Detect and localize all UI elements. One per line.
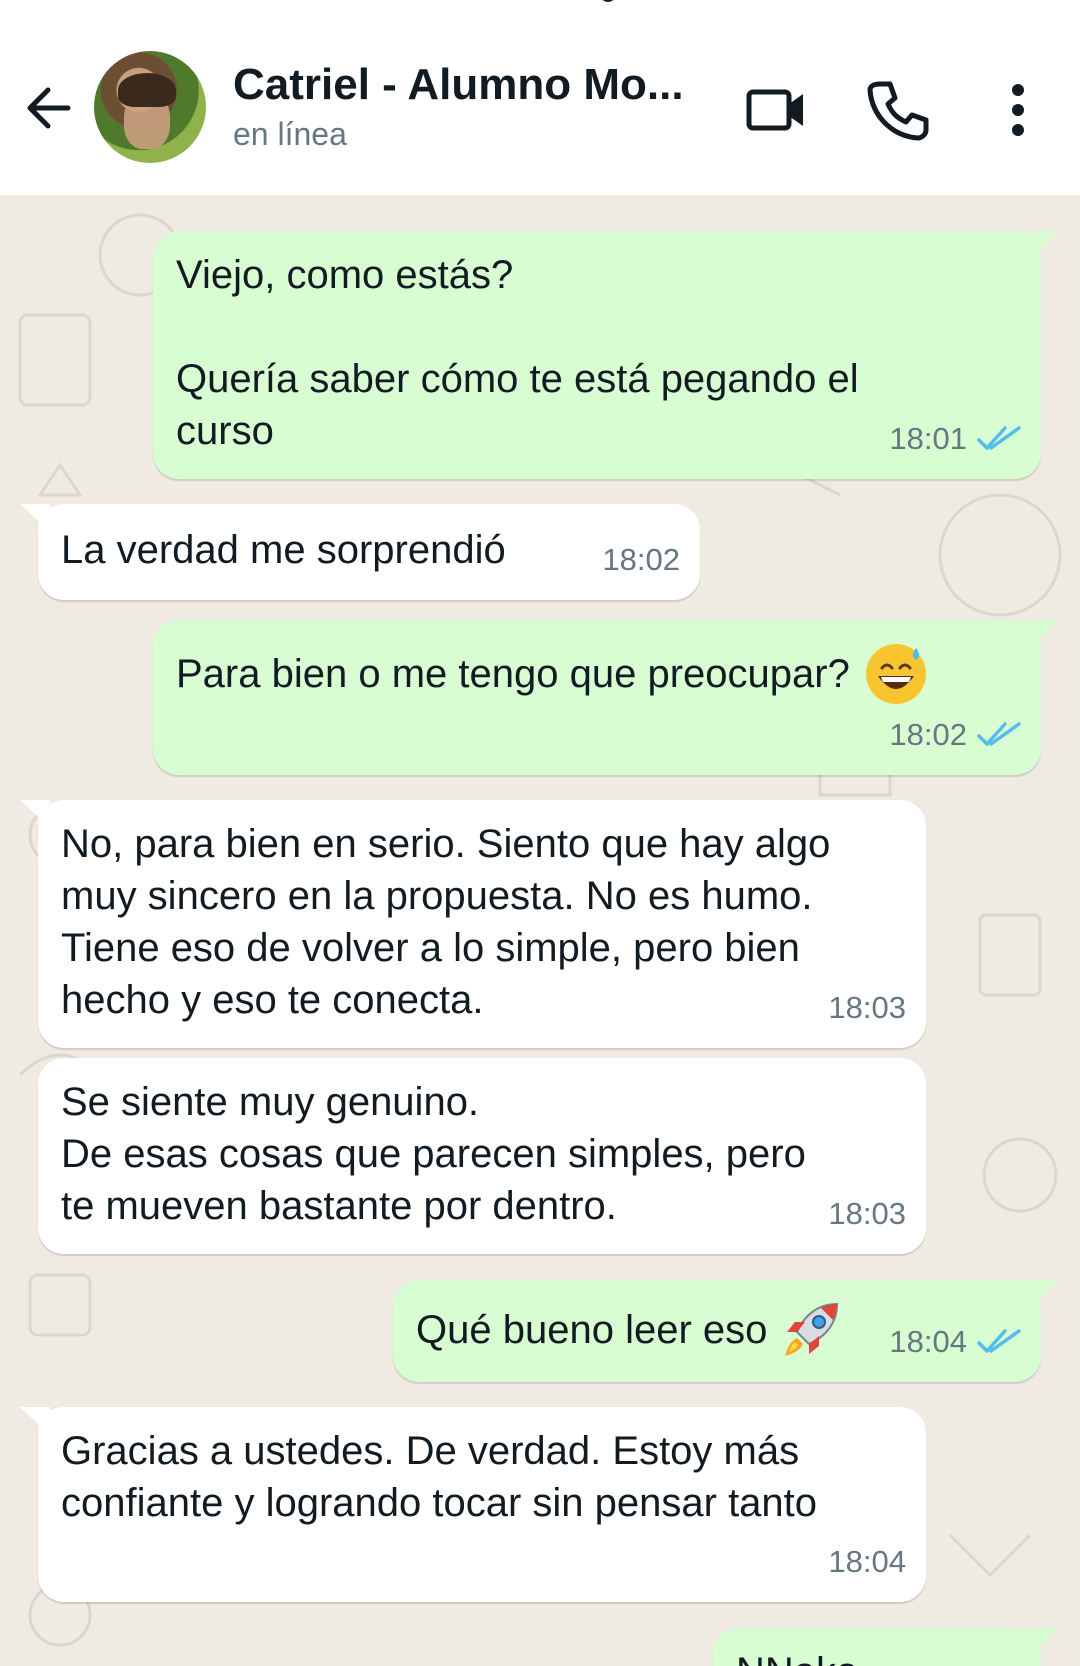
chat-area[interactable]: Viejo, como estás? Quería saber cómo te … bbox=[0, 195, 1080, 1666]
message-meta: 18:02 bbox=[889, 709, 1021, 761]
message-text: NNaka bbox=[736, 1646, 858, 1666]
message-time: 18:02 bbox=[889, 717, 967, 752]
status-bar-icons bbox=[602, 0, 614, 2]
read-double-check-icon bbox=[977, 426, 1021, 450]
bubble-tail bbox=[1029, 620, 1059, 648]
message-text: La verdad me sorprendió bbox=[61, 528, 506, 572]
contact-status: en línea bbox=[233, 116, 347, 152]
bubble-tail bbox=[1029, 1628, 1059, 1656]
message-time: 18:04 bbox=[828, 1544, 906, 1579]
message-text: Gracias a ustedes. De verdad. Estoy más … bbox=[61, 1429, 818, 1525]
message-meta: 18:02 bbox=[602, 534, 680, 586]
message-bubble-incoming[interactable]: Se siente muy genuino. De esas cosas que… bbox=[38, 1058, 926, 1254]
message-bubble-incoming[interactable]: Gracias a ustedes. De verdad. Estoy más … bbox=[20, 1407, 926, 1602]
back-arrow-icon[interactable] bbox=[20, 80, 76, 136]
rocket-emoji bbox=[785, 1302, 839, 1356]
message-bubble-outgoing[interactable]: Qué bueno leer eso 18:04 bbox=[393, 1280, 1059, 1382]
bubble-tail bbox=[1029, 231, 1059, 259]
bubble-tail bbox=[20, 504, 50, 532]
video-call-icon[interactable] bbox=[745, 78, 809, 142]
message-bubble-outgoing[interactable]: Para bien o me tengo que preocupar? 18:0… bbox=[153, 620, 1059, 775]
read-double-check-icon bbox=[977, 1329, 1021, 1353]
message-time: 18:03 bbox=[828, 990, 906, 1025]
message-meta: 18:01 bbox=[889, 413, 1021, 465]
message-text: Se siente muy genuino. De esas cosas que… bbox=[61, 1080, 806, 1228]
bubble-tail bbox=[20, 800, 50, 828]
message-content: Qué bueno leer eso bbox=[416, 1298, 843, 1362]
read-double-check-icon bbox=[977, 722, 1021, 746]
chat-header: Catriel - Alumno Mo... en línea bbox=[0, 0, 1080, 195]
bubble-tail bbox=[20, 1407, 50, 1435]
message-content: Para bien o me tengo que preocupar? bbox=[176, 642, 928, 706]
message-meta: 18:03 bbox=[828, 1188, 906, 1240]
message-meta: 18:04 bbox=[889, 1316, 1021, 1368]
message-bubble-incoming[interactable]: No, para bien en serio. Siento que hay a… bbox=[20, 800, 926, 1048]
contact-name[interactable]: Catriel - Alumno Mo... bbox=[233, 60, 693, 110]
phone-call-icon[interactable] bbox=[866, 78, 930, 142]
message-bubble-outgoing[interactable]: Viejo, como estás? Quería saber cómo te … bbox=[153, 231, 1059, 479]
message-bubble-outgoing[interactable]: NNaka bbox=[713, 1628, 1059, 1666]
message-bubble-incoming[interactable]: La verdad me sorprendió 18:02 bbox=[20, 504, 700, 600]
message-text: Para bien o me tengo que preocupar? bbox=[176, 652, 850, 696]
message-time: 18:02 bbox=[602, 542, 680, 577]
message-time: 18:01 bbox=[889, 421, 967, 456]
bubble-tail bbox=[1029, 1280, 1059, 1308]
message-text: Qué bueno leer eso bbox=[416, 1308, 768, 1352]
message-time: 18:04 bbox=[889, 1324, 967, 1359]
more-options-icon[interactable] bbox=[988, 78, 1048, 142]
contact-avatar[interactable] bbox=[94, 51, 206, 163]
message-time: 18:03 bbox=[828, 1196, 906, 1231]
grinning-sweat-emoji bbox=[865, 644, 926, 704]
message-text: No, para bien en serio. Siento que hay a… bbox=[61, 822, 831, 1022]
message-meta: 18:04 bbox=[828, 1536, 906, 1588]
message-meta: 18:03 bbox=[828, 982, 906, 1034]
